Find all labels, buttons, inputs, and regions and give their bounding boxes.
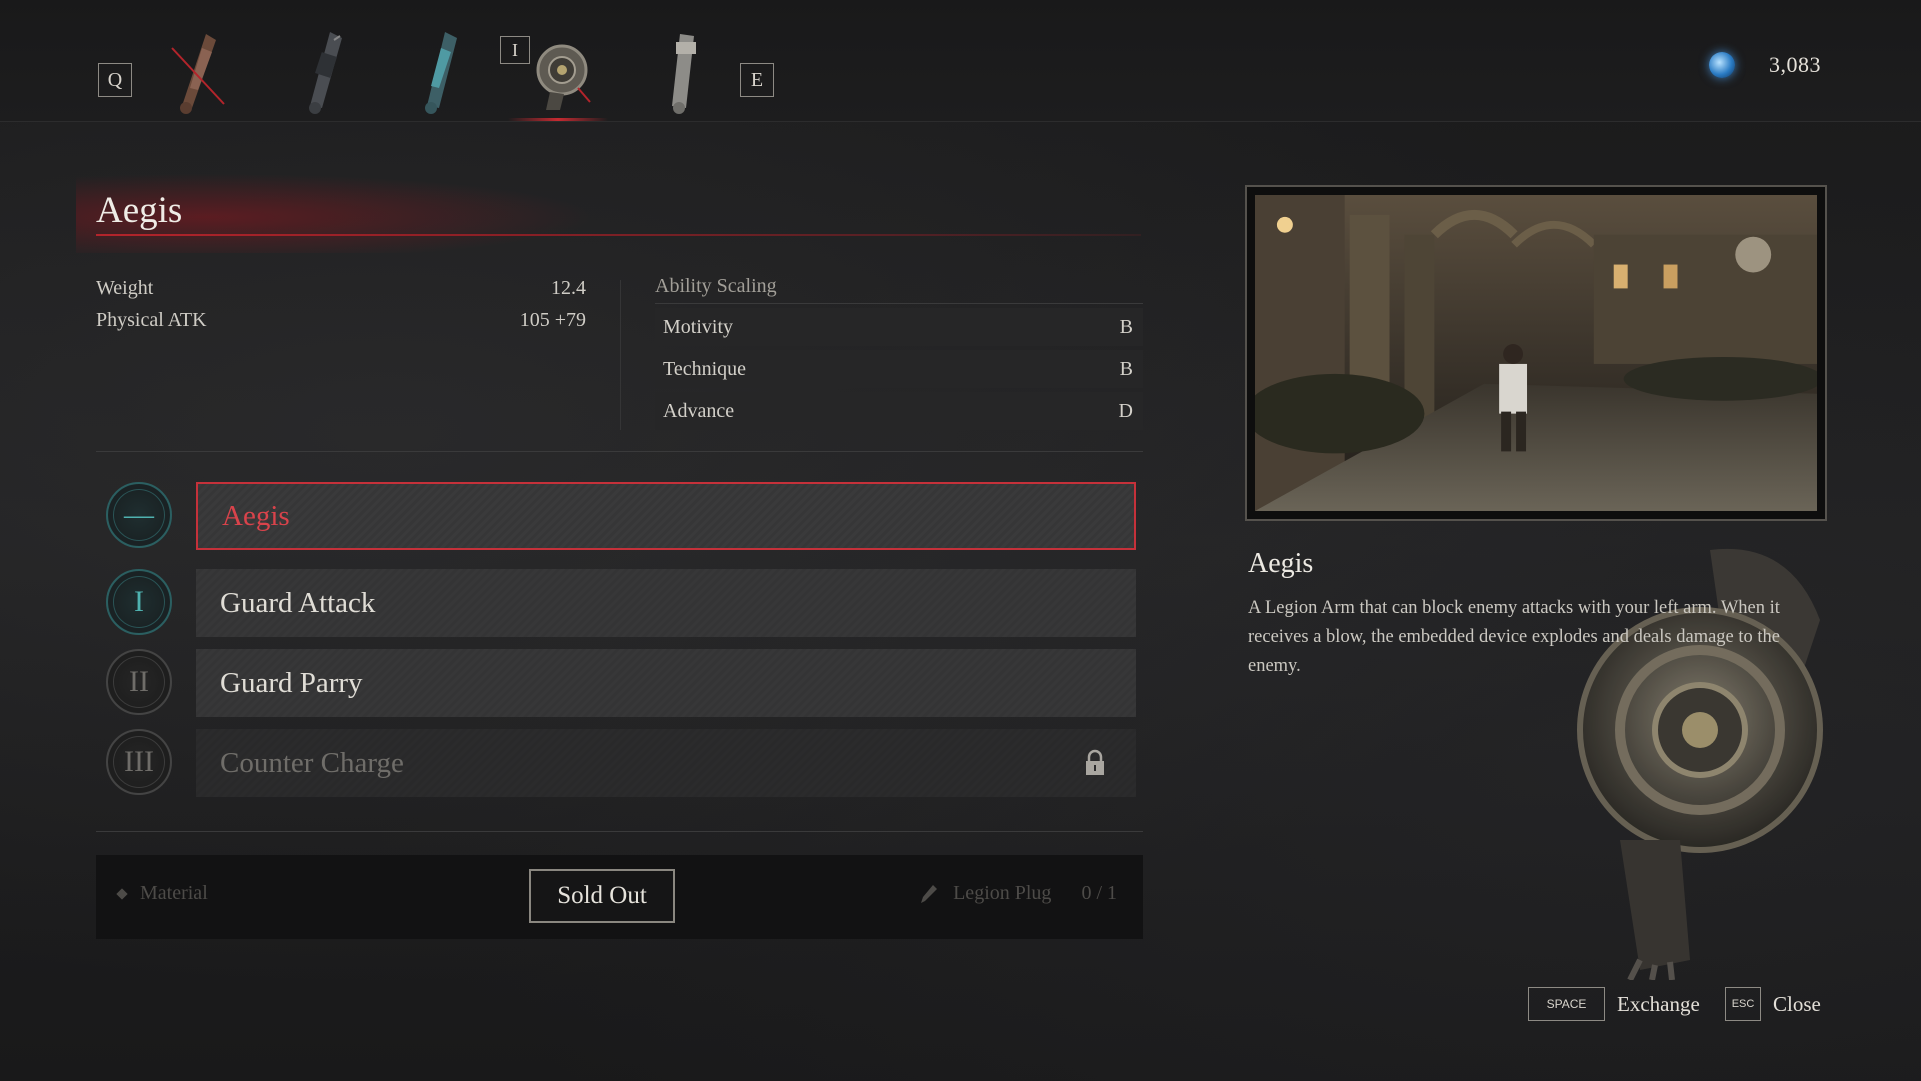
scaling-grade: D	[1118, 399, 1133, 422]
scaling-label: Motivity	[663, 315, 734, 338]
exchange-panel: Material Sold Out Legion Plug 0 / 1	[96, 855, 1143, 939]
ability-name[interactable]: Aegis	[196, 482, 1136, 550]
required-material: Legion Plug 0 / 1	[917, 882, 1117, 905]
scaling-row-advance: Advance D	[655, 392, 1143, 430]
ability-scaling: Ability Scaling Motivity B Technique B A…	[655, 275, 1143, 430]
crossed-out-arm-icon	[171, 34, 225, 114]
preview-scene-image	[1245, 195, 1823, 511]
scaling-grade: B	[1119, 315, 1133, 338]
scaling-row-technique: Technique B	[655, 350, 1143, 388]
section-divider	[96, 451, 1143, 452]
currency-amount: 3,083	[1769, 52, 1821, 77]
ability-level-badge: II	[106, 649, 172, 715]
close-hint[interactable]: ESC Close	[1725, 987, 1821, 1021]
scaling-title: Ability Scaling	[655, 275, 1143, 304]
ability-name: Counter Charge	[220, 746, 404, 779]
blue-arm-icon	[425, 32, 457, 114]
selected-arm-indicator	[508, 118, 608, 121]
lock-icon	[1086, 749, 1104, 775]
material-section: Material	[116, 882, 208, 905]
stat-weight: Weight 12.4	[96, 277, 586, 309]
ability-name[interactable]: Guard Parry	[196, 649, 1136, 717]
arm-slot-3[interactable]	[405, 28, 477, 118]
currency-display: 3,083	[1709, 52, 1821, 78]
arm-slot-1[interactable]	[162, 28, 234, 118]
ability-name[interactable]: Guard Attack	[196, 569, 1136, 637]
section-divider	[96, 831, 1143, 832]
ability-row-guard-parry[interactable]: II Guard Parry	[106, 649, 1142, 719]
silver-arm-icon	[672, 34, 696, 114]
description-title: Aegis	[1248, 548, 1314, 579]
hint-label: Exchange	[1617, 991, 1700, 1016]
sold-out-button[interactable]: Sold Out	[529, 869, 675, 923]
material-count: 0 / 1	[1081, 882, 1117, 904]
scaling-label: Advance	[663, 399, 735, 422]
diamond-icon	[116, 887, 128, 900]
ability-level-badge: III	[106, 729, 172, 795]
hint-label: Close	[1773, 991, 1821, 1016]
ability-row-aegis[interactable]: — Aegis	[106, 482, 1142, 552]
title-underline	[96, 234, 1141, 236]
scaling-label: Technique	[663, 357, 747, 380]
shield-arm-icon	[536, 44, 591, 110]
item-header: Aegis	[76, 173, 1141, 253]
stat-label: Physical ATK	[96, 309, 207, 331]
ability-level-badge: —	[106, 482, 172, 548]
prev-arm-key[interactable]: Q	[98, 63, 132, 97]
next-arm-key[interactable]: E	[740, 63, 774, 97]
arm-slot-2[interactable]	[288, 28, 360, 118]
space-key: SPACE	[1528, 987, 1605, 1021]
item-title: Aegis	[96, 190, 183, 231]
material-label: Material	[140, 882, 208, 904]
ability-preview-video	[1245, 185, 1827, 521]
ability-name-container[interactable]: Counter Charge	[196, 729, 1136, 797]
legion-arm-selector-bar: Q I E 3,083	[0, 0, 1921, 122]
ability-level-badge: I	[106, 569, 172, 635]
scaling-row-motivity: Motivity B	[655, 308, 1143, 346]
ability-row-counter-charge[interactable]: III Counter Charge	[106, 729, 1142, 799]
scaling-grade: B	[1119, 357, 1133, 380]
stat-value: 12.4	[551, 277, 586, 299]
ergo-orb-icon	[1709, 52, 1735, 78]
stat-value: 105 +79	[519, 309, 586, 331]
arm-slot-4[interactable]	[520, 28, 604, 118]
legion-plug-icon	[921, 884, 938, 903]
mechanical-arm-icon	[309, 32, 342, 114]
item-stats: Weight 12.4 Physical ATK 105 +79	[96, 277, 586, 341]
material-name: Legion Plug	[953, 882, 1052, 904]
esc-key: ESC	[1725, 987, 1761, 1021]
stat-label: Weight	[96, 277, 154, 299]
arm-slot-5[interactable]	[646, 28, 718, 118]
ability-row-guard-attack[interactable]: I Guard Attack	[106, 569, 1142, 639]
exchange-hint[interactable]: SPACE Exchange	[1528, 987, 1700, 1021]
stats-divider	[620, 280, 621, 430]
stat-physical-atk: Physical ATK 105 +79	[96, 309, 586, 341]
description-text: A Legion Arm that can block enemy attack…	[1248, 598, 1781, 676]
